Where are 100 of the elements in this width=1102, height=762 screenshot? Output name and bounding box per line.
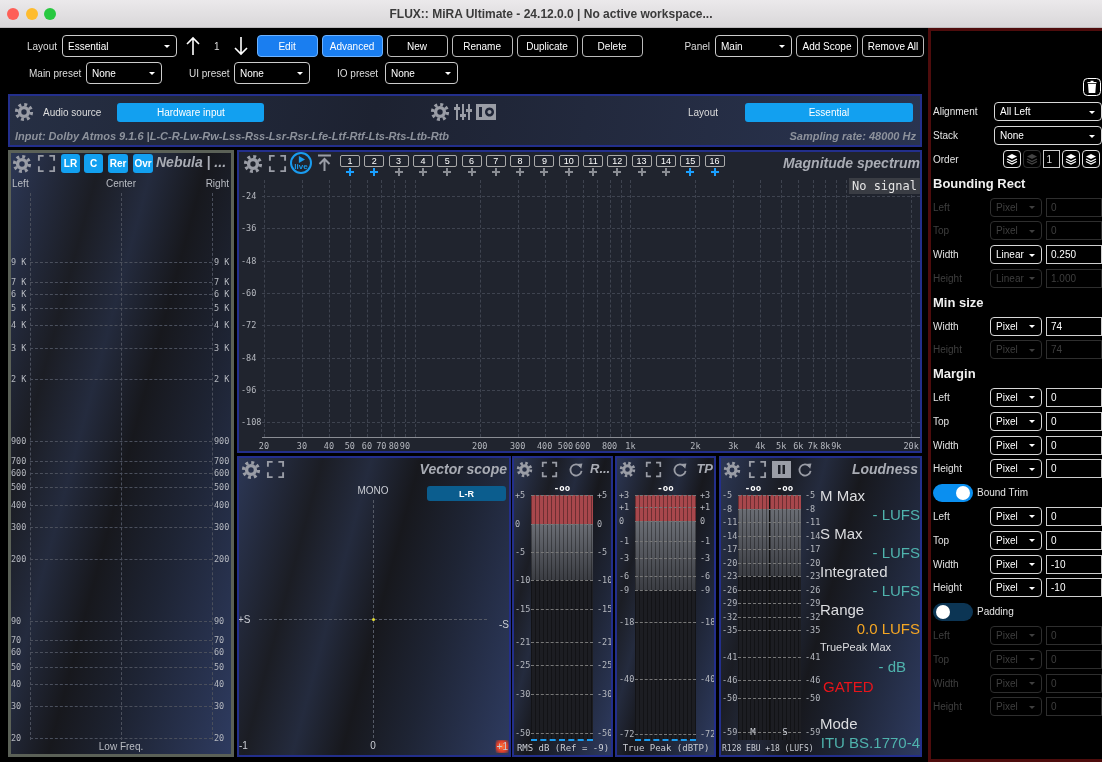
plus-icon[interactable] — [516, 168, 525, 176]
toolbar-button[interactable]: Delete — [581, 35, 643, 57]
unit-dropdown[interactable]: Pixel — [990, 530, 1042, 550]
channel-button[interactable]: 8 — [510, 155, 531, 167]
preset-dropdown[interactable]: None — [86, 62, 162, 84]
plus-icon[interactable] — [686, 168, 695, 176]
channel-button[interactable]: 9 — [534, 155, 555, 167]
plus-icon[interactable] — [346, 168, 354, 176]
unit-dropdown[interactable]: Pixel — [990, 316, 1042, 336]
readout-label: Integrated — [820, 563, 889, 581]
gear-icon[interactable] — [14, 102, 34, 122]
plus-icon[interactable] — [589, 168, 597, 176]
mode-button[interactable]: L-R — [427, 486, 506, 501]
gear-icon[interactable] — [12, 154, 32, 174]
unit-dropdown[interactable]: Linear — [990, 245, 1042, 265]
value-field[interactable]: 0.250 — [1046, 245, 1102, 265]
channel-button[interactable]: 7 — [485, 155, 506, 167]
pause-icon[interactable] — [772, 461, 791, 478]
plus-icon[interactable] — [418, 168, 427, 176]
fullscreen-icon[interactable] — [645, 461, 662, 478]
refresh-icon[interactable] — [672, 462, 688, 478]
plus-icon[interactable] — [710, 168, 719, 176]
toolbar-button[interactable]: New — [386, 35, 448, 57]
value-field[interactable]: -10 — [1046, 554, 1102, 574]
trash-icon[interactable] — [1083, 78, 1101, 96]
gear-icon[interactable] — [619, 461, 636, 478]
plus-icon[interactable] — [613, 168, 622, 176]
gear-icon[interactable] — [241, 460, 261, 480]
value-field[interactable]: 0 — [1046, 459, 1102, 479]
toolbar-button[interactable]: Duplicate — [516, 35, 578, 57]
scale-label: 3 K — [214, 342, 230, 353]
fullscreen-icon[interactable] — [37, 154, 56, 173]
channel-button[interactable]: 2 — [364, 155, 385, 167]
channel-button[interactable]: 15 — [680, 155, 701, 167]
gear-icon[interactable] — [516, 461, 533, 478]
plus-icon[interactable] — [394, 168, 403, 176]
plus-icon[interactable] — [370, 168, 379, 176]
axis-label: 6k — [793, 441, 804, 451]
channel-button[interactable]: 4 — [412, 155, 433, 167]
input-output-icon[interactable] — [476, 104, 497, 120]
plus-icon[interactable] — [637, 168, 646, 176]
channel-button[interactable]: 11 — [583, 155, 603, 167]
unit-dropdown[interactable]: Pixel — [990, 554, 1042, 574]
preset-dropdown[interactable]: None — [234, 62, 310, 84]
plus-icon[interactable] — [661, 168, 670, 176]
value-field[interactable]: 0 — [1046, 435, 1102, 455]
unit-dropdown[interactable]: Pixel — [990, 387, 1042, 407]
property-dropdown[interactable]: None — [994, 126, 1102, 146]
fullscreen-icon[interactable] — [541, 461, 558, 478]
up-arrow-icon[interactable] — [186, 36, 200, 56]
down-arrow-icon[interactable] — [233, 36, 248, 56]
channel-button[interactable]: 13 — [631, 155, 652, 167]
unit-dropdown[interactable]: Pixel — [990, 506, 1042, 526]
unit-dropdown[interactable]: Pixel — [990, 578, 1042, 598]
plus-icon[interactable] — [467, 168, 476, 176]
axis-label: 80 — [388, 441, 399, 451]
layout-dropdown[interactable]: Essential — [62, 35, 177, 57]
channel-button[interactable]: 3 — [388, 155, 409, 167]
gear-icon[interactable] — [243, 154, 263, 174]
value-field[interactable]: 0 — [1046, 411, 1102, 431]
channel-button[interactable]: 1 — [340, 155, 360, 167]
toolbar-button[interactable]: Rename — [451, 35, 513, 57]
value-field[interactable]: 0 — [1046, 530, 1102, 550]
channel-button[interactable]: 10 — [558, 155, 579, 167]
toolbar-button[interactable]: Edit — [256, 35, 318, 57]
channel-button[interactable]: 12 — [607, 155, 628, 167]
gear-icon[interactable] — [430, 102, 451, 122]
plus-icon[interactable] — [564, 168, 573, 176]
unit-dropdown[interactable]: Pixel — [990, 435, 1042, 455]
panel-button[interactable]: Add Scope — [796, 35, 858, 57]
fullscreen-icon[interactable] — [748, 460, 767, 479]
channel-button[interactable]: 6 — [461, 155, 482, 167]
refresh-icon[interactable] — [568, 462, 584, 478]
gear-icon[interactable] — [723, 461, 741, 479]
preset-dropdown[interactable]: None — [385, 62, 458, 84]
refresh-icon[interactable] — [797, 462, 813, 478]
channel-button[interactable]: 14 — [655, 155, 676, 167]
fullscreen-icon[interactable] — [266, 460, 285, 479]
value-field[interactable]: 0 — [1046, 387, 1102, 407]
fullscreen-icon[interactable] — [268, 154, 287, 173]
live-button[interactable]: live — [290, 152, 312, 174]
plus-icon[interactable] — [540, 168, 549, 176]
value-field[interactable]: 0 — [1046, 506, 1102, 526]
sliders-icon[interactable] — [454, 102, 473, 122]
unit-dropdown[interactable]: Pixel — [990, 411, 1042, 431]
channel-button[interactable]: 16 — [704, 155, 725, 167]
toolbar-button[interactable]: Advanced — [321, 35, 383, 57]
order-field[interactable]: 1 — [1042, 150, 1061, 169]
toggle-switch[interactable] — [933, 483, 973, 502]
channel-button[interactable]: 5 — [437, 155, 458, 167]
value-field[interactable]: -10 — [1046, 578, 1102, 598]
property-dropdown[interactable]: All Left — [994, 102, 1102, 122]
plus-icon[interactable] — [491, 168, 500, 176]
arrow-to-top-icon[interactable] — [318, 154, 331, 172]
toggle-switch[interactable] — [933, 602, 973, 621]
plus-icon[interactable] — [443, 168, 452, 176]
unit-dropdown[interactable]: Pixel — [990, 459, 1042, 479]
value-field[interactable]: 74 — [1046, 316, 1102, 336]
panel-dropdown[interactable]: Main — [715, 35, 792, 57]
panel-button[interactable]: Remove All — [862, 35, 924, 57]
